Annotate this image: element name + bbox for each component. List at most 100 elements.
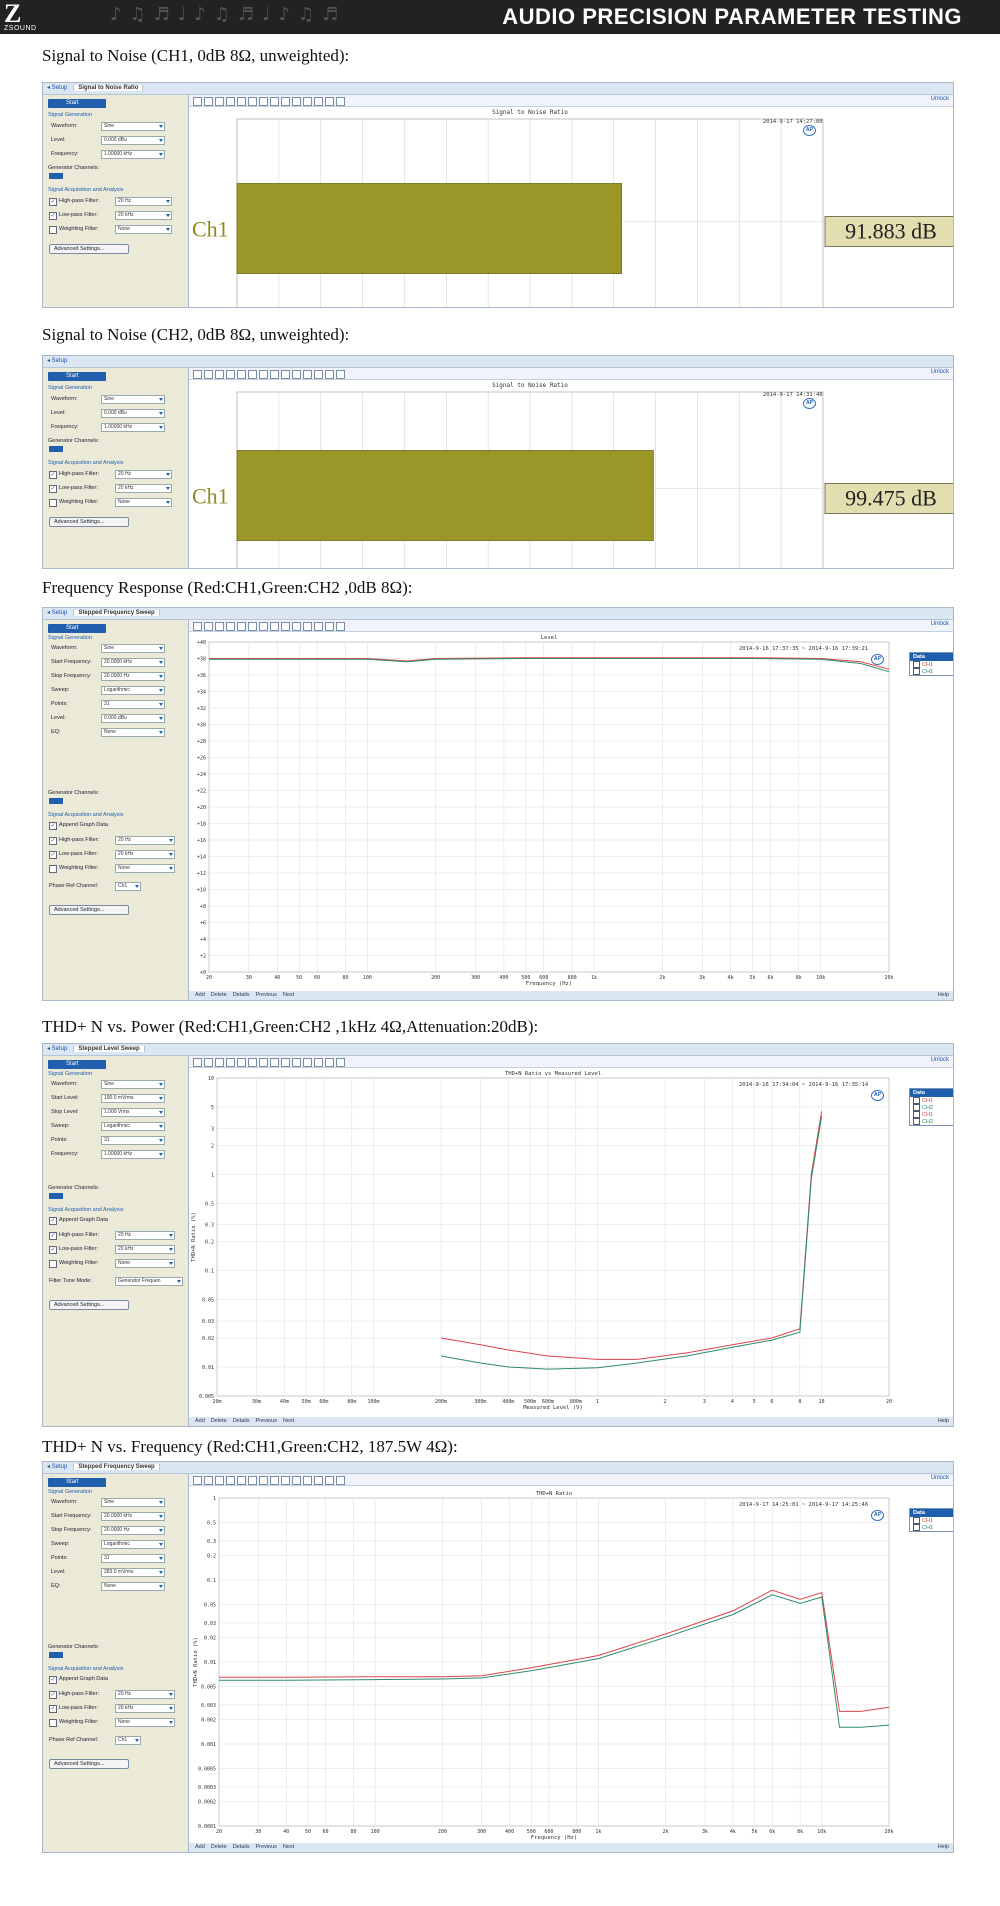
unlock-button[interactable]: Unlock	[931, 1057, 949, 1063]
toolbar-tool-icon[interactable]	[325, 370, 334, 379]
toolbar-tool-icon[interactable]	[259, 370, 268, 379]
toolbar-tool-icon[interactable]	[226, 97, 235, 106]
field-select[interactable]: Sine	[101, 1080, 165, 1089]
generator-channel-toggle[interactable]	[49, 446, 63, 452]
generator-channel-toggle[interactable]	[49, 798, 63, 804]
filter-value[interactable]: 20 Hz	[115, 836, 175, 845]
field-select[interactable]: Logarithmic	[101, 1122, 165, 1131]
details-button[interactable]: Details	[233, 992, 250, 998]
generator-channel-toggle[interactable]	[49, 1652, 63, 1658]
advanced-settings-button[interactable]: Advanced Settings...	[49, 1759, 129, 1769]
toolbar-tool-icon[interactable]	[281, 97, 290, 106]
delete-button[interactable]: Delete	[211, 1844, 227, 1850]
filter-checkbox[interactable]	[49, 1260, 57, 1268]
filter-checkbox[interactable]: ✓	[49, 212, 57, 220]
legend-item[interactable]: CH1	[910, 1517, 953, 1524]
field-select[interactable]: 0.000 dBu	[101, 136, 165, 145]
field-select[interactable]: 1.00000 kHz	[101, 150, 165, 159]
toolbar-tool-icon[interactable]	[226, 1058, 235, 1067]
filter-checkbox[interactable]: ✓	[49, 198, 57, 206]
field-select[interactable]: Sine	[101, 122, 165, 131]
toolbar-tool-icon[interactable]	[303, 97, 312, 106]
filter-value[interactable]: 20 Hz	[115, 1231, 175, 1240]
field-select[interactable]: 20.0000 kHz	[101, 658, 165, 667]
toolbar-tool-icon[interactable]	[204, 1476, 213, 1485]
toolbar-tool-icon[interactable]	[193, 97, 202, 106]
setup-tab[interactable]: ◂ Setup	[47, 358, 67, 364]
toolbar-tool-icon[interactable]	[248, 1476, 257, 1485]
field-select[interactable]: 283.0 mVrms	[101, 1568, 165, 1577]
toolbar-tool-icon[interactable]	[259, 97, 268, 106]
add-button[interactable]: Add	[195, 1844, 205, 1850]
toolbar-tool-icon[interactable]	[314, 370, 323, 379]
toolbar-tool-icon[interactable]	[248, 622, 257, 631]
next-button[interactable]: Next	[283, 992, 294, 998]
toolbar-tool-icon[interactable]	[292, 370, 301, 379]
toolbar-tool-icon[interactable]	[237, 622, 246, 631]
filter-checkbox[interactable]: ✓	[49, 1232, 57, 1240]
field-select[interactable]: Sine	[101, 644, 165, 653]
toolbar-tool-icon[interactable]	[248, 97, 257, 106]
toolbar-tool-icon[interactable]	[204, 1058, 213, 1067]
toolbar-tool-icon[interactable]	[281, 1476, 290, 1485]
filter-value[interactable]: 20 kHz	[115, 850, 175, 859]
filter-checkbox[interactable]	[49, 226, 57, 234]
field-select[interactable]: 31	[101, 1136, 165, 1145]
advanced-settings-button[interactable]: Advanced Settings...	[49, 1300, 129, 1310]
legend-item[interactable]: CH2	[910, 1104, 953, 1111]
toolbar-tool-icon[interactable]	[193, 370, 202, 379]
unlock-button[interactable]: Unlock	[931, 96, 949, 102]
filter-checkbox[interactable]	[49, 1719, 57, 1727]
toolbar-tool-icon[interactable]	[237, 370, 246, 379]
help-button[interactable]: Help	[938, 1417, 949, 1426]
toolbar-tool-icon[interactable]	[314, 1058, 323, 1067]
filter-value[interactable]: None	[115, 1259, 175, 1268]
advanced-settings-button[interactable]: Advanced Settings...	[49, 244, 129, 254]
filter-value[interactable]: 20 kHz	[115, 211, 172, 220]
filter-checkbox[interactable]	[49, 865, 57, 873]
measurement-tab[interactable]: Stepped Frequency Sweep	[73, 1464, 160, 1470]
toolbar-tool-icon[interactable]	[336, 1476, 345, 1485]
toolbar-tool-icon[interactable]	[336, 370, 345, 379]
field-select[interactable]: 20.0000 Hz	[101, 672, 165, 681]
legend-item[interactable]: CH1	[910, 668, 953, 675]
field-select[interactable]: Logarithmic	[101, 686, 165, 695]
toolbar-tool-icon[interactable]	[314, 622, 323, 631]
legend-item[interactable]: CH1	[910, 1524, 953, 1531]
toolbar-tool-icon[interactable]	[325, 1476, 334, 1485]
field-select[interactable]: 31	[101, 1554, 165, 1563]
toolbar-tool-icon[interactable]	[325, 1058, 334, 1067]
setup-tab[interactable]: ◂ Setup	[47, 1046, 67, 1052]
generator-channel-toggle[interactable]	[49, 1193, 63, 1199]
unlock-button[interactable]: Unlock	[931, 621, 949, 627]
filter-value[interactable]: None	[115, 225, 172, 234]
field-select[interactable]: Logarithmic	[101, 1540, 165, 1549]
phase-ref-select[interactable]: Generator Frequen	[115, 1277, 183, 1286]
toolbar-tool-icon[interactable]	[237, 97, 246, 106]
toolbar-tool-icon[interactable]	[248, 370, 257, 379]
legend-item[interactable]: CH2	[910, 1118, 953, 1125]
field-select[interactable]: 100.0 mVrms	[101, 1094, 165, 1103]
toolbar-tool-icon[interactable]	[336, 1058, 345, 1067]
generator-channel-toggle[interactable]	[49, 173, 63, 179]
toolbar-tool-icon[interactable]	[215, 370, 224, 379]
start-button[interactable]: Start	[48, 1060, 106, 1069]
append-graph-checkbox[interactable]: ✓	[49, 1217, 57, 1225]
setup-tab[interactable]: ◂ Setup	[47, 610, 67, 616]
help-button[interactable]: Help	[938, 991, 949, 1000]
toolbar-tool-icon[interactable]	[314, 1476, 323, 1485]
setup-tab[interactable]: ◂ Setup	[47, 1464, 67, 1470]
filter-value[interactable]: 20 kHz	[115, 1245, 175, 1254]
toolbar-tool-icon[interactable]	[259, 1476, 268, 1485]
append-graph-checkbox[interactable]: ✓	[49, 822, 57, 830]
details-button[interactable]: Details	[233, 1418, 250, 1424]
start-button[interactable]: Start	[48, 624, 106, 633]
toolbar-tool-icon[interactable]	[237, 1476, 246, 1485]
toolbar-tool-icon[interactable]	[303, 1476, 312, 1485]
toolbar-tool-icon[interactable]	[281, 1058, 290, 1067]
toolbar-tool-icon[interactable]	[292, 1476, 301, 1485]
filter-checkbox[interactable]: ✓	[49, 1691, 57, 1699]
toolbar-tool-icon[interactable]	[336, 97, 345, 106]
field-select[interactable]: 31	[101, 700, 165, 709]
field-select[interactable]: 1.000 Vrms	[101, 1108, 165, 1117]
